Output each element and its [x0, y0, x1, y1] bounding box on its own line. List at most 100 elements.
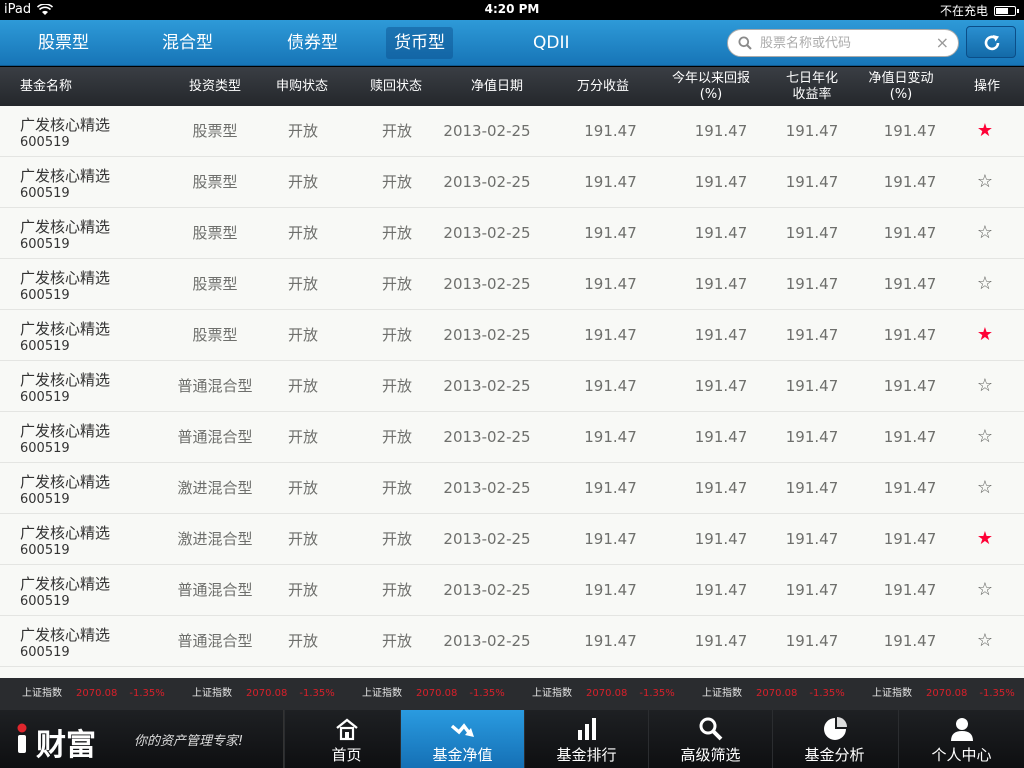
cell-nav-date: 2013-02-25 [443, 377, 531, 395]
cell-type: 普通混合型 [177, 632, 253, 650]
col-header-redeem[interactable]: 赎回状态 [356, 67, 436, 106]
table-row[interactable]: 广发核心精选 600519 股票型 开放 开放 2013-02-25 191.47 191.4… [0, 310, 1024, 361]
fund-code: 600519 [20, 186, 70, 201]
table-row[interactable]: 广发核心精选 600519 激进混合型 开放 开放 2013-02-25 191.47 191… [0, 463, 1024, 514]
category-tab-stock[interactable]: 股票型 [38, 20, 89, 66]
cell-redeem-status: 开放 [381, 173, 412, 191]
cell-7day-yield: 191.47 [785, 173, 839, 191]
cell-ytd-return: 191.47 [694, 428, 748, 446]
cell-nav-date: 2013-02-25 [443, 275, 531, 293]
category-tab-qdii[interactable]: QDII [533, 20, 570, 66]
col-header-7day-line2: 收益率 [792, 86, 832, 102]
fund-name: 广发核心精选 [20, 422, 111, 440]
fund-code: 600519 [20, 543, 70, 558]
star-filled-icon[interactable]: ★ [974, 528, 996, 550]
col-header-action: 操作 [973, 78, 1000, 94]
star-outline-icon[interactable]: ☆ [974, 630, 996, 652]
cell-income: 191.47 [584, 377, 637, 395]
search-input[interactable] [760, 33, 930, 53]
star-outline-icon[interactable]: ☆ [974, 171, 996, 193]
ticker-index-name: 上证指数 [22, 688, 62, 699]
fund-name: 广发核心精选 [20, 269, 111, 287]
tab-fund-analysis[interactable]: 基金分析 [772, 710, 896, 768]
star-filled-icon[interactable]: ★ [974, 324, 996, 346]
tab-fund-nav[interactable]: 基金净值 [400, 710, 524, 768]
refresh-button[interactable] [966, 26, 1016, 58]
ticker-index-value: 2070.08 [756, 688, 798, 699]
cell-7day-yield: 191.47 [785, 224, 839, 242]
cell-nav-date: 2013-02-25 [443, 428, 531, 446]
cell-nav-date: 2013-02-25 [443, 173, 531, 191]
col-header-ytd[interactable]: 今年以来回报 (%) [656, 67, 766, 106]
cell-redeem-status: 开放 [381, 122, 412, 140]
tab-fund-ranking[interactable]: 基金排行 [524, 710, 648, 768]
search-box[interactable]: × [727, 29, 959, 57]
star-filled-icon[interactable]: ★ [974, 120, 996, 142]
table-row[interactable]: 广发核心精选 600519 普通混合型 开放 开放 2013-02-25 191.47 191… [0, 361, 1024, 412]
category-tab-hybrid[interactable]: 混合型 [162, 20, 213, 66]
col-header-subscribe[interactable]: 申购状态 [262, 67, 342, 106]
star-outline-icon[interactable]: ☆ [974, 477, 996, 499]
star-outline-icon[interactable]: ☆ [974, 375, 996, 397]
cell-nav-date: 2013-02-25 [443, 479, 531, 497]
table-row[interactable]: 广发核心精选 600519 股票型 开放 开放 2013-02-25 191.47 191.4… [0, 208, 1024, 259]
table-row[interactable]: 广发核心精选 600519 激进混合型 开放 开放 2013-02-25 191.47 191… [0, 514, 1024, 565]
ticker-index-change: -1.35% [639, 688, 675, 699]
bar-chart-icon [577, 718, 596, 740]
ticker-index-change: -1.35% [129, 688, 165, 699]
clear-icon[interactable]: × [936, 33, 949, 52]
cell-type: 股票型 [192, 122, 238, 140]
category-tab-bond[interactable]: 债券型 [287, 20, 338, 66]
tab-fund-analysis-label: 基金分析 [804, 746, 865, 764]
ticker-item: 上证指数 2070.08 -1.35% [702, 678, 845, 710]
refresh-icon [984, 35, 1000, 51]
tab-advanced-filter[interactable]: 高级筛选 [648, 710, 772, 768]
fund-name: 广发核心精选 [20, 524, 111, 542]
cell-ytd-return: 191.47 [694, 122, 748, 140]
star-outline-icon[interactable]: ☆ [974, 426, 996, 448]
tab-home[interactable]: 首页 [284, 710, 408, 768]
fund-name: 广发核心精选 [20, 626, 111, 644]
cell-ytd-return: 191.47 [694, 581, 748, 599]
col-header-income[interactable]: 万分收益 [563, 67, 643, 106]
fund-name: 广发核心精选 [20, 218, 111, 236]
cell-redeem-status: 开放 [381, 581, 412, 599]
ticker-index-value: 2070.08 [246, 688, 288, 699]
fund-name: 广发核心精选 [20, 167, 111, 185]
cell-subscribe-status: 开放 [287, 530, 318, 548]
cell-7day-yield: 191.47 [785, 275, 839, 293]
table-row[interactable]: 广发核心精选 600519 股票型 开放 开放 2013-02-25 191.47 191.4… [0, 259, 1024, 310]
fund-code: 600519 [20, 339, 70, 354]
bottom-tab-bar: 财富 你的资产管理专家! 首页 基金净值 基金排行 高级筛选 基金分析 个人中心 [0, 710, 1024, 768]
star-outline-icon[interactable]: ☆ [974, 222, 996, 244]
tab-personal-center[interactable]: 个人中心 [898, 710, 1024, 768]
table-row[interactable]: 广发核心精选 600519 股票型 开放 开放 2013-02-25 191.47 191.4… [0, 157, 1024, 208]
col-header-7day[interactable]: 七日年化 收益率 [772, 67, 852, 106]
cell-nav-date: 2013-02-25 [443, 530, 531, 548]
cell-7day-yield: 191.47 [785, 428, 839, 446]
ticker-index-change: -1.35% [299, 688, 335, 699]
table-row[interactable]: 广发核心精选 600519 普通混合型 开放 开放 2013-02-25 191.47 191… [0, 412, 1024, 463]
fund-name: 广发核心精选 [20, 371, 111, 389]
table-row[interactable]: 广发核心精选 600519 股票型 开放 开放 2013-02-25 191.47 191.4… [0, 106, 1024, 157]
cell-nav-date: 2013-02-25 [443, 122, 531, 140]
star-outline-icon[interactable]: ☆ [974, 579, 996, 601]
tab-fund-ranking-label: 基金排行 [556, 746, 617, 764]
cell-ytd-return: 191.47 [694, 224, 748, 242]
charging-status: 不在充电 [939, 4, 988, 18]
fund-code: 600519 [20, 237, 70, 252]
table-row[interactable]: 广发核心精选 600519 普通混合型 开放 开放 2013-02-25 191.47 191… [0, 616, 1024, 667]
category-tab-money[interactable]: 货币型 [386, 27, 453, 59]
table-row[interactable]: 广发核心精选 600519 普通混合型 开放 开放 2013-02-25 191.47 191… [0, 565, 1024, 616]
col-header-name[interactable]: 基金名称 [20, 67, 90, 106]
col-header-change[interactable]: 净值日变动 (%) [858, 67, 944, 106]
cell-subscribe-status: 开放 [287, 428, 318, 446]
col-header-date[interactable]: 净值日期 [457, 67, 537, 106]
col-header-type[interactable]: 投资类型 [170, 67, 260, 106]
cell-7day-yield: 191.47 [785, 530, 839, 548]
ticker-index-value: 2070.08 [416, 688, 458, 699]
cell-ytd-return: 191.47 [694, 530, 748, 548]
ticker-item: 上证指数 2070.08 -1.35% [22, 678, 165, 710]
cell-nav-date: 2013-02-25 [443, 632, 531, 650]
star-outline-icon[interactable]: ☆ [974, 273, 996, 295]
